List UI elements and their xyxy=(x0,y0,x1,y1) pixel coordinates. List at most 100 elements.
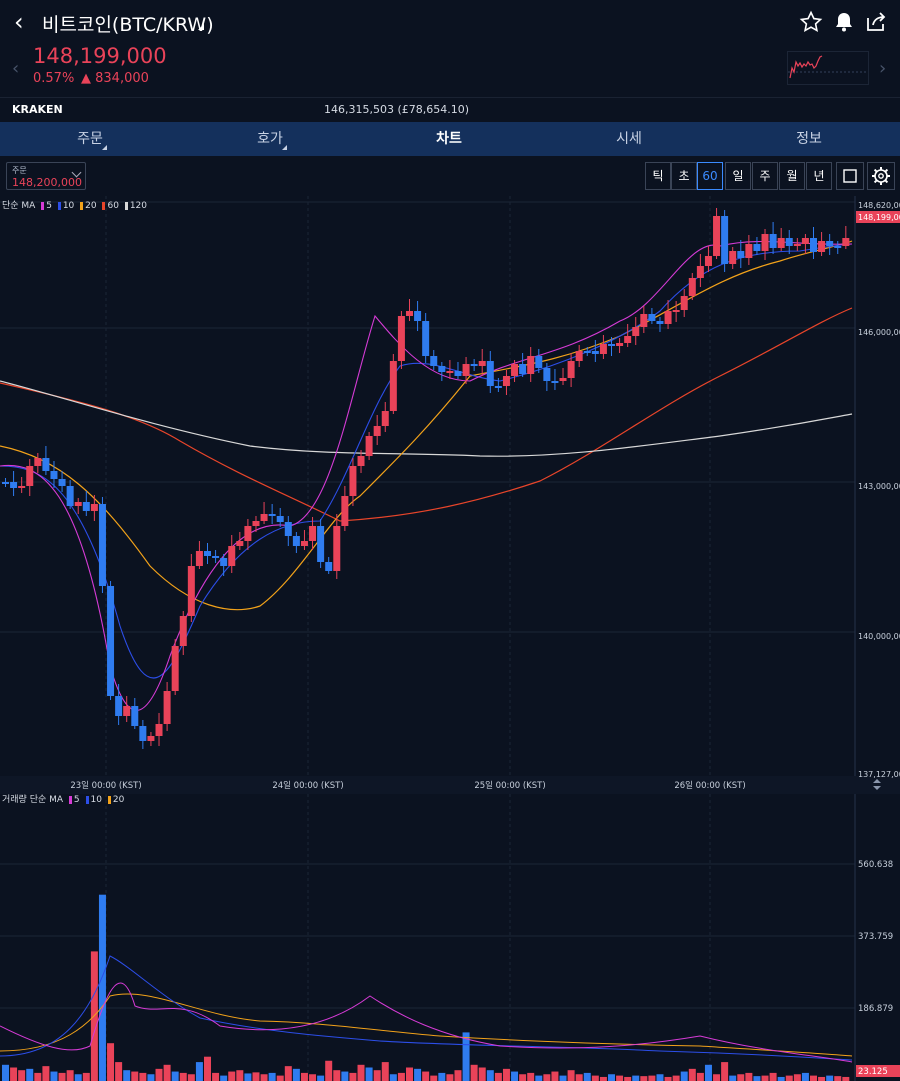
volume-bar xyxy=(640,1076,648,1081)
timeframe-second[interactable]: 초 xyxy=(671,162,697,190)
candle-body xyxy=(365,436,373,456)
candle-body xyxy=(721,216,729,264)
volume-bar xyxy=(2,1064,9,1081)
exchange-row: KRAKEN 146,315,503 (£78,654.10) xyxy=(0,97,900,122)
volume-bar xyxy=(438,1072,446,1081)
candle-body xyxy=(656,321,664,324)
candle-body xyxy=(228,546,236,566)
volume-bar xyxy=(842,1076,850,1081)
candle-body xyxy=(357,456,365,466)
volume-bar xyxy=(333,1070,341,1081)
title-caret-icon[interactable] xyxy=(198,24,204,30)
volume-bar xyxy=(502,1068,510,1081)
settings-button[interactable] xyxy=(867,162,895,190)
price-tick-label: 140,000,000 xyxy=(858,632,900,641)
tab-info[interactable]: 정보 xyxy=(749,122,869,156)
legend-ma120: 120 xyxy=(129,201,147,211)
volume-bar xyxy=(195,1062,203,1081)
candle-body xyxy=(414,311,422,321)
volume-bar xyxy=(228,1071,236,1081)
volume-bar xyxy=(50,1071,58,1081)
mini-chart[interactable] xyxy=(787,51,869,85)
candle-body xyxy=(793,244,801,246)
candle-body xyxy=(187,566,195,616)
volume-bar xyxy=(204,1056,211,1081)
tab-order[interactable]: 주문 xyxy=(30,122,150,156)
time-tick-label: 26일 00:00 (KST) xyxy=(674,781,745,791)
price-ma-legend: 단순 MA 5 10 20 60 120 xyxy=(2,198,147,211)
candle-body xyxy=(729,251,737,264)
volume-bar xyxy=(713,1074,721,1081)
star-icon[interactable] xyxy=(799,10,823,34)
timeframe-week[interactable]: 주 xyxy=(752,162,778,190)
share-icon[interactable] xyxy=(864,10,888,34)
candle-body xyxy=(381,411,389,426)
candle-body xyxy=(648,314,656,321)
volume-bar xyxy=(163,1064,171,1081)
timeframe-60min[interactable]: 60분 xyxy=(697,162,723,209)
back-icon[interactable]: ‹ xyxy=(14,8,24,36)
candle-body xyxy=(616,343,624,346)
last-price-label: 148,199,000 xyxy=(858,213,900,222)
volume-bar xyxy=(826,1075,834,1081)
candle-body xyxy=(769,234,777,248)
candle-body xyxy=(139,726,147,741)
next-arrow-icon[interactable]: › xyxy=(879,58,886,79)
prev-arrow-icon[interactable]: ‹ xyxy=(12,58,19,79)
exchange-value: 146,315,503 (£78,654.10) xyxy=(324,103,470,116)
tab-market[interactable]: 시세 xyxy=(569,122,689,156)
candle-body xyxy=(204,551,211,556)
volume-bar xyxy=(745,1072,753,1081)
volume-bar xyxy=(26,1068,34,1081)
candle-body xyxy=(785,238,793,246)
chart-controls: 주문 148,200,000 틱 초 60분 일 주 월 년 xyxy=(0,156,900,209)
bell-icon[interactable] xyxy=(832,10,856,34)
timeframe-tick[interactable]: 틱 xyxy=(645,162,671,190)
order-price-select[interactable]: 주문 148,200,000 xyxy=(6,162,86,190)
order-value: 148,200,000 xyxy=(12,176,82,189)
volume-bar xyxy=(284,1066,292,1081)
volume-bar xyxy=(599,1076,607,1081)
timeframe-month[interactable]: 월 xyxy=(779,162,805,190)
volume-bar xyxy=(74,1074,82,1081)
candle-body xyxy=(422,321,430,356)
candle-body xyxy=(276,516,284,522)
volume-bar xyxy=(721,1062,729,1081)
candle-body xyxy=(704,256,712,266)
tab-orderbook[interactable]: 호가 xyxy=(210,122,330,156)
volume-bar xyxy=(381,1062,389,1081)
volume-bar xyxy=(276,1075,284,1081)
candle-body xyxy=(567,361,575,378)
candlestick-chart[interactable]: 148,620,000 146,000,000 143,000,000 140,000… xyxy=(0,196,900,1081)
candle-body xyxy=(107,586,115,696)
volume-bar xyxy=(292,1068,300,1081)
volume-bar xyxy=(260,1074,268,1081)
tab-orderbook-caret-icon xyxy=(282,145,287,150)
volume-bar xyxy=(389,1074,397,1081)
time-tick-label: 24일 00:00 (KST) xyxy=(272,781,343,791)
gear-icon xyxy=(872,167,890,185)
candle-body xyxy=(761,234,769,251)
candle-body xyxy=(696,266,704,278)
candle-body xyxy=(131,706,139,726)
volume-bar xyxy=(18,1070,26,1081)
timeframe-year[interactable]: 년 xyxy=(806,162,832,190)
volume-bar xyxy=(567,1070,575,1081)
candle-body xyxy=(511,364,519,376)
volume-bar xyxy=(704,1064,712,1081)
candle-body xyxy=(713,216,721,256)
candle-body xyxy=(163,691,171,724)
candle-body xyxy=(34,458,42,466)
candle-body xyxy=(826,241,834,246)
tab-chart[interactable]: 차트 xyxy=(389,122,509,156)
candle-body xyxy=(2,482,9,484)
chart-type-button[interactable] xyxy=(836,162,864,190)
volume-bar xyxy=(58,1072,66,1081)
candle-body xyxy=(90,504,98,511)
coin-title[interactable]: 비트코인(BTC/KRW) xyxy=(42,10,214,37)
candle-body xyxy=(543,368,551,381)
volume-bar xyxy=(179,1072,187,1081)
timeframe-day[interactable]: 일 xyxy=(725,162,751,190)
candle-body xyxy=(640,314,648,327)
chart-area[interactable]: 148,620,000 146,000,000 143,000,000 140,000… xyxy=(0,196,900,1081)
